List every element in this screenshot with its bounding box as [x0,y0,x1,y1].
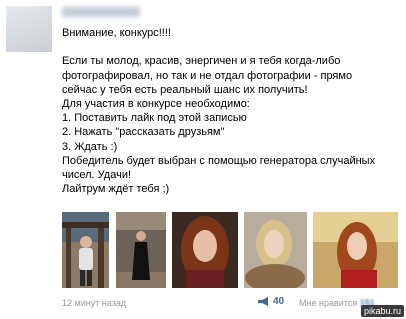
photo-3[interactable] [172,212,238,288]
photo-3-image [172,212,238,288]
post-line: чисел. Удачи! [62,168,132,181]
photo-2-image [116,212,166,288]
photo-5-image [313,212,398,288]
post-line: Для участия в конкурсе необходимо: [62,97,250,110]
photo-4-image [244,212,307,288]
megaphone-icon [258,297,268,306]
post-line: Если ты молод, красив, энергичен и я теб… [62,55,341,68]
post-line: фотографировал, но так и не отдал фотогр… [62,69,353,82]
photo-2[interactable] [116,212,166,288]
share-button[interactable]: 40 [257,296,284,307]
photo-4[interactable] [244,212,307,288]
post-line: 1. Поставить лайк под этой записью [62,112,247,125]
author-name-blurred[interactable] [62,7,140,17]
post-line [62,40,398,54]
photo-1-image [62,212,109,288]
post-line: 2. Нажать "рассказать друзьям" [62,126,225,139]
post-text: Внимание, конкурс!!!! Если ты молод, кра… [62,26,398,196]
share-count: 40 [273,296,285,307]
post-line: сейчас у тебя есть реальный шанс их полу… [62,83,308,96]
photo-5[interactable] [313,212,398,288]
post-line: Внимание, конкурс!!!! [62,27,171,39]
post-line: Лайтрум ждёт тебя ;) [62,183,170,196]
photo-1[interactable] [62,212,109,288]
post-line: Победитель будет выбран с помощью генера… [62,154,376,167]
like-label: Мне нравится [299,298,358,308]
author-avatar[interactable] [6,6,52,52]
post-timestamp[interactable]: 12 минут назад [62,298,126,308]
post-line: 3. Ждать :) [62,140,118,153]
watermark: pikabu.ru [360,305,404,317]
